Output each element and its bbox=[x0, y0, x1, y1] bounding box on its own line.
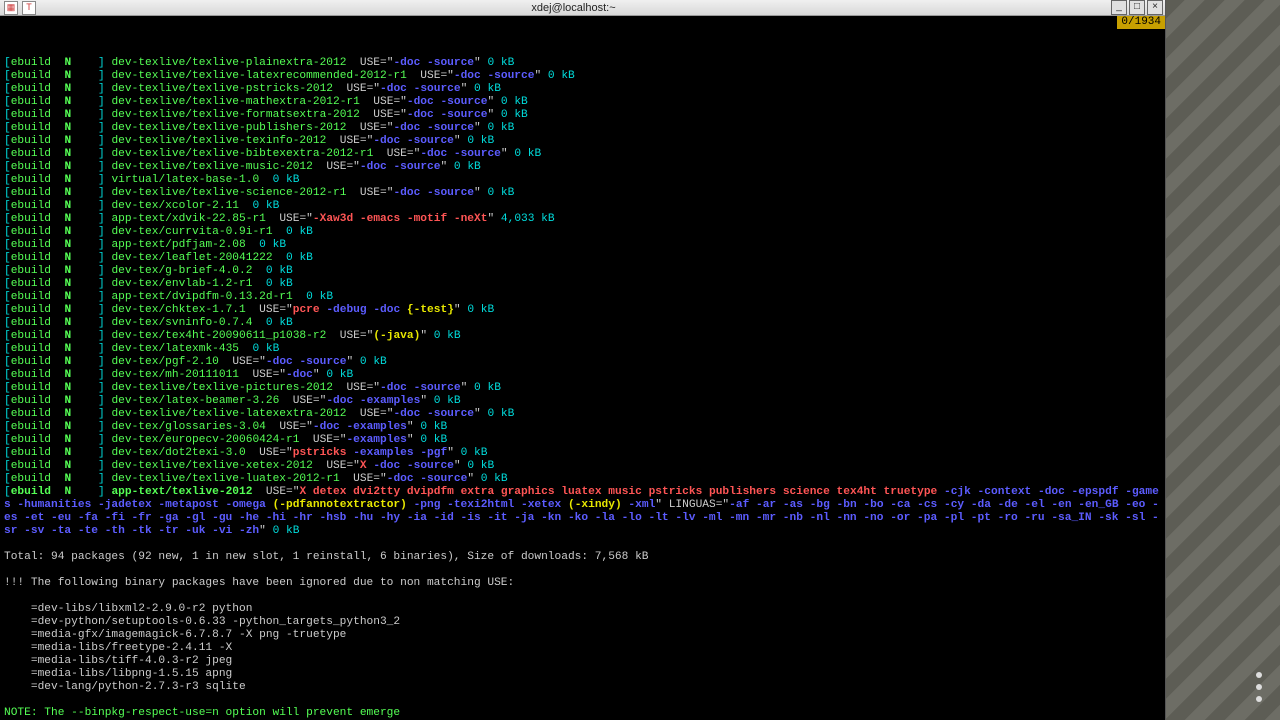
emerge-line: [ebuild N ] app-text/dvipdfm-0.13.2d-r1 … bbox=[4, 291, 1161, 304]
terminal-output[interactable]: 0/1934 [ebuild N ] dev-texlive/texlive-p… bbox=[0, 16, 1165, 720]
emerge-line: [ebuild N ] dev-tex/svninfo-0.7.4 0 kB bbox=[4, 317, 1161, 330]
emerge-line: [ebuild N ] dev-texlive/texlive-xetex-20… bbox=[4, 460, 1161, 473]
emerge-line: [ebuild N ] dev-tex/envlab-1.2-r1 0 kB bbox=[4, 278, 1161, 291]
emerge-line: [ebuild N ] dev-tex/europecv-20060424-r1… bbox=[4, 434, 1161, 447]
minimize-button[interactable]: _ bbox=[1111, 0, 1127, 15]
emerge-line: [ebuild N ] app-text/pdfjam-2.08 0 kB bbox=[4, 239, 1161, 252]
ignored-pkg: =dev-libs/libxml2-2.9.0-r2 python bbox=[4, 603, 1161, 616]
emerge-line: [ebuild N ] dev-tex/xcolor-2.11 0 kB bbox=[4, 200, 1161, 213]
menu-dots-icon[interactable] bbox=[1256, 672, 1262, 702]
desktop: ▦ T xdej@localhost:~ _ □ × 0/1934 [ebuil… bbox=[0, 0, 1280, 720]
emerge-line: [ebuild N ] dev-texlive/texlive-latexrec… bbox=[4, 70, 1161, 83]
emerge-line: [ebuild N ] dev-tex/leaflet-20041222 0 k… bbox=[4, 252, 1161, 265]
ignored-pkg: =dev-python/setuptools-0.6.33 -python_ta… bbox=[4, 616, 1161, 629]
ignored-pkg: =dev-lang/python-2.7.3-r3 sqlite bbox=[4, 681, 1161, 694]
note-line: NOTE: The --binpkg-respect-use=n option … bbox=[4, 707, 1161, 720]
app-icon-2: T bbox=[22, 1, 36, 15]
emerge-line: [ebuild N ] dev-tex/tex4ht-20090611_p103… bbox=[4, 330, 1161, 343]
window-title: xdej@localhost:~ bbox=[36, 2, 1111, 14]
emerge-line: [ebuild N ] dev-texlive/texlive-publishe… bbox=[4, 122, 1161, 135]
emerge-line: [ebuild N ] dev-tex/latex-beamer-3.26 US… bbox=[4, 395, 1161, 408]
emerge-line: [ebuild N ] dev-texlive/texlive-texinfo-… bbox=[4, 135, 1161, 148]
emerge-line: [ebuild N ] dev-tex/pgf-2.10 USE="-doc -… bbox=[4, 356, 1161, 369]
ignored-header: !!! The following binary packages have b… bbox=[4, 577, 1161, 590]
emerge-line: [ebuild N ] dev-texlive/texlive-formatse… bbox=[4, 109, 1161, 122]
ignored-pkg: =media-gfx/imagemagick-6.7.8.7 -X png -t… bbox=[4, 629, 1161, 642]
terminal-window: ▦ T xdej@localhost:~ _ □ × 0/1934 [ebuil… bbox=[0, 0, 1166, 720]
ignored-pkg: =media-libs/tiff-4.0.3-r2 jpeg bbox=[4, 655, 1161, 668]
emerge-line: [ebuild N ] dev-tex/dot2texi-3.0 USE="ps… bbox=[4, 447, 1161, 460]
desktop-wallpaper bbox=[1165, 0, 1280, 720]
emerge-line: [ebuild N ] dev-texlive/texlive-pictures… bbox=[4, 382, 1161, 395]
summary-line: Total: 94 packages (92 new, 1 in new slo… bbox=[4, 551, 1161, 564]
emerge-line: [ebuild N ] app-text/xdvik-22.85-r1 USE=… bbox=[4, 213, 1161, 226]
emerge-line: [ebuild N ] dev-texlive/texlive-bibtexex… bbox=[4, 148, 1161, 161]
emerge-line: [ebuild N ] dev-texlive/texlive-latexext… bbox=[4, 408, 1161, 421]
emerge-line: [ebuild N ] dev-texlive/texlive-pstricks… bbox=[4, 83, 1161, 96]
emerge-line: [ebuild N ] dev-texlive/texlive-luatex-2… bbox=[4, 473, 1161, 486]
emerge-line: [ebuild N ] dev-texlive/texlive-plainext… bbox=[4, 57, 1161, 70]
emerge-line: [ebuild N ] dev-tex/currvita-0.9i-r1 0 k… bbox=[4, 226, 1161, 239]
close-button[interactable]: × bbox=[1147, 0, 1163, 15]
emerge-line: [ebuild N ] dev-tex/latexmk-435 0 kB bbox=[4, 343, 1161, 356]
emerge-line: [ebuild N ] dev-tex/mh-20111011 USE="-do… bbox=[4, 369, 1161, 382]
maximize-button[interactable]: □ bbox=[1129, 0, 1145, 15]
emerge-line: [ebuild N ] dev-texlive/texlive-music-20… bbox=[4, 161, 1161, 174]
emerge-line: [ebuild N ] dev-texlive/texlive-science-… bbox=[4, 187, 1161, 200]
ignored-pkg: =media-libs/freetype-2.4.11 -X bbox=[4, 642, 1161, 655]
emerge-line: [ebuild N ] dev-tex/chktex-1.7.1 USE="pc… bbox=[4, 304, 1161, 317]
search-counter: 0/1934 bbox=[1117, 16, 1165, 29]
ignored-pkg: =media-libs/libpng-1.5.15 apng bbox=[4, 668, 1161, 681]
emerge-line: [ebuild N ] dev-tex/glossaries-3.04 USE=… bbox=[4, 421, 1161, 434]
emerge-line: [ebuild N ] dev-tex/g-brief-4.0.2 0 kB bbox=[4, 265, 1161, 278]
emerge-line: [ebuild N ] dev-texlive/texlive-mathextr… bbox=[4, 96, 1161, 109]
emerge-line-final: [ebuild N ] app-text/texlive-2012 USE="X… bbox=[4, 486, 1161, 538]
titlebar: ▦ T xdej@localhost:~ _ □ × bbox=[0, 0, 1165, 16]
app-icon: ▦ bbox=[4, 1, 18, 15]
emerge-line: [ebuild N ] virtual/latex-base-1.0 0 kB bbox=[4, 174, 1161, 187]
